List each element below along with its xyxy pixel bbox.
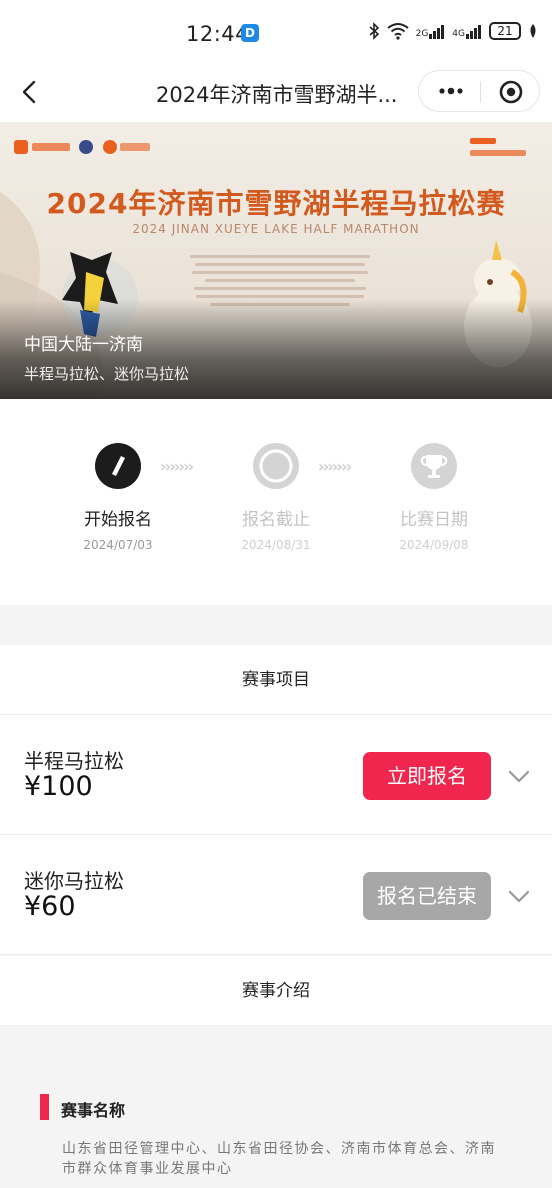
banner-title: 2024年济南市雪野湖半程马拉松赛	[46, 187, 506, 220]
step-date: 2024/07/03	[83, 538, 153, 552]
heading-accent-bar	[40, 1094, 49, 1120]
step-date: 2024/09/08	[399, 538, 469, 552]
signal-2g: 2G	[416, 23, 446, 39]
event-location: 中国大陆一济南	[24, 335, 143, 355]
step-race-date: 比赛日期 2024/09/08	[374, 443, 494, 552]
event-price: ¥60	[24, 891, 76, 922]
chevron-down-icon[interactable]	[506, 765, 532, 787]
nav-bar: 2024年济南市雪野湖半...	[0, 66, 552, 122]
sponsor-logos	[14, 140, 150, 154]
status-time: 12:44	[186, 22, 250, 46]
page-title: 2024年济南市雪野湖半...	[156, 83, 398, 107]
step-date: 2024/08/31	[241, 538, 311, 552]
signal-4g: 4G	[452, 23, 482, 39]
event-banner[interactable]: 2024年济南市雪野湖半程马拉松赛 2024 JINAN XUEYE LAKE …	[0, 122, 552, 399]
app-badge-icon: D	[241, 24, 259, 42]
close-miniprogram-icon[interactable]	[499, 80, 523, 104]
more-menu-icon[interactable]	[437, 80, 465, 102]
wifi-icon	[386, 23, 409, 40]
leaf-icon	[530, 24, 536, 38]
network-4g-label: 4G	[452, 29, 465, 39]
step-label: 报名截止	[242, 510, 310, 530]
chevron-down-icon[interactable]	[506, 885, 532, 907]
trophy-icon	[411, 443, 457, 489]
status-bar: 12:44 D 2G 4G 21	[0, 0, 552, 66]
mini-program-capsule	[418, 70, 540, 112]
event-types: 半程马拉松、迷你马拉松	[24, 365, 190, 383]
capsule-divider	[480, 81, 481, 103]
section-divider	[0, 605, 552, 645]
intro-content: 赛事名称 山东省田径管理中心、山东省田径协会、济南市体育总会、济南市群众体育事业…	[0, 1027, 552, 1188]
event-name: 迷你马拉松	[24, 869, 124, 893]
banner-corner-logo	[470, 134, 530, 168]
back-arrow-icon[interactable]	[16, 78, 44, 106]
banner-subtitle: 2024 JINAN XUEYE LAKE HALF MARATHON	[132, 222, 420, 236]
step-label: 比赛日期	[400, 510, 468, 530]
bluetooth-icon	[369, 22, 379, 40]
progress-arrows: ›››››››	[318, 457, 352, 476]
battery-icon: 21	[489, 22, 521, 40]
step-label: 开始报名	[84, 510, 152, 530]
register-now-button[interactable]: 立即报名	[363, 752, 491, 800]
event-item-mini-marathon[interactable]: 迷你马拉松 ¥60 报名已结束	[0, 835, 552, 955]
power-timer-icon	[253, 443, 299, 489]
registration-closed-button[interactable]: 报名已结束	[363, 872, 491, 920]
signal-bars-icon	[466, 25, 481, 39]
tab-event-items[interactable]: 赛事项目	[0, 645, 552, 715]
intro-text: 山东省田径管理中心、山东省田径协会、济南市体育总会、济南市群众体育事业发展中心	[62, 1141, 496, 1177]
event-name: 半程马拉松	[24, 749, 124, 773]
intro-subheading: 赛事名称	[61, 1101, 126, 1120]
registration-timeline: 开始报名 2024/07/03 ››››››› 报名截止 2024/08/31 …	[0, 399, 552, 605]
signal-bars-icon	[429, 25, 445, 39]
pen-icon	[95, 443, 141, 489]
progress-arrows: ›››››››	[160, 457, 194, 476]
network-2g-label: 2G	[415, 29, 429, 39]
system-icons: 2G 4G 21	[368, 22, 538, 40]
event-item-half-marathon[interactable]: 半程马拉松 ¥100 立即报名	[0, 715, 552, 835]
event-price: ¥100	[24, 771, 93, 802]
tab-event-intro[interactable]: 赛事介绍	[0, 956, 552, 1026]
corner-logo-icon	[470, 138, 526, 156]
